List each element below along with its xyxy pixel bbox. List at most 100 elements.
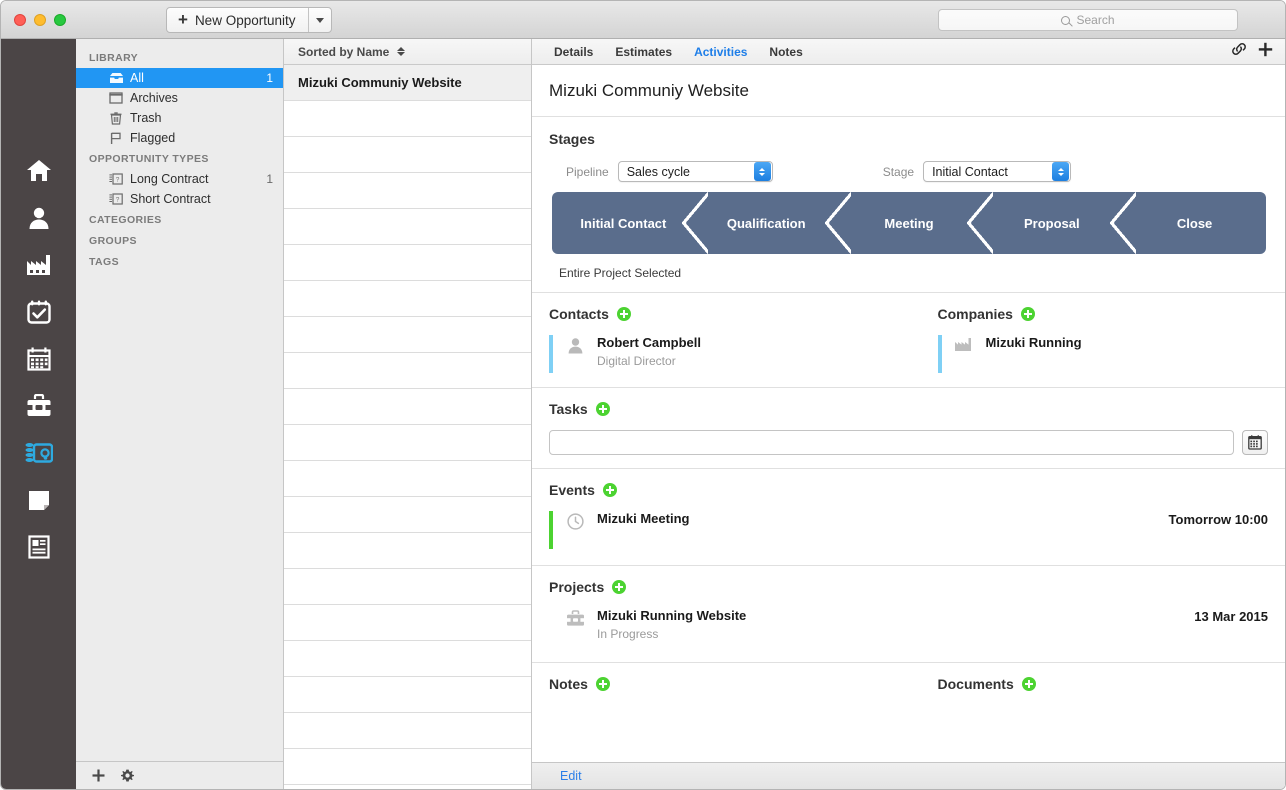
detail-content: Mizuki Communiy Website Stages Pipeline … <box>532 65 1285 762</box>
new-opportunity-label: New Opportunity <box>194 12 296 28</box>
list-item[interactable] <box>284 281 531 317</box>
add-note-button[interactable] <box>595 677 610 691</box>
detail-pane: Details Estimates Activities Notes Mizuk… <box>532 39 1285 789</box>
plus-icon <box>92 769 105 782</box>
companies-heading: Companies <box>938 306 1269 322</box>
zoom-button[interactable] <box>54 13 66 26</box>
project-item[interactable]: Mizuki Running Website In Progress 13 Ma… <box>549 608 1268 646</box>
add-button[interactable] <box>1258 42 1273 62</box>
add-company-button[interactable] <box>1020 307 1035 321</box>
list-item[interactable] <box>284 713 531 749</box>
add-project-button[interactable] <box>612 580 627 594</box>
flag-icon <box>108 132 124 145</box>
list-item[interactable] <box>284 101 531 137</box>
person-icon <box>29 207 48 229</box>
search-input[interactable]: Search <box>938 9 1238 31</box>
list-item[interactable] <box>284 245 531 281</box>
pipeline-select[interactable]: Sales cycle <box>617 161 773 182</box>
list-item[interactable] <box>284 389 531 425</box>
sidebar-settings-button[interactable] <box>121 769 134 782</box>
contact-item[interactable]: Robert Campbell Digital Director <box>549 335 880 373</box>
sidebar-group-header-library: LIBRARY <box>89 52 139 64</box>
list-item[interactable] <box>284 317 531 353</box>
stage-step-close[interactable]: Close <box>1110 192 1266 254</box>
close-button[interactable] <box>14 13 26 26</box>
list-item[interactable] <box>284 677 531 713</box>
sidebar-item-long-contract[interactable]: ? Long Contract 1 <box>76 169 283 189</box>
add-document-button[interactable] <box>1021 677 1036 691</box>
list-item[interactable] <box>284 137 531 173</box>
companies-column: Companies Mizuki Running <box>880 306 1269 373</box>
sidebar-item-archives[interactable]: Archives <box>76 88 283 108</box>
tab-estimates[interactable]: Estimates <box>615 45 672 59</box>
company-body: Mizuki Running <box>986 335 1269 350</box>
list-item[interactable] <box>284 605 531 641</box>
stage-step-proposal[interactable]: Proposal <box>967 192 1123 254</box>
svg-text:?: ? <box>116 176 120 183</box>
list-item[interactable] <box>284 569 531 605</box>
stage-select[interactable]: Initial Contact <box>923 161 1072 182</box>
contacts-heading-label: Contacts <box>549 306 609 322</box>
rail-item-contacts[interactable] <box>16 194 62 241</box>
tasks-heading: Tasks <box>549 401 1268 417</box>
list-item[interactable] <box>284 209 531 245</box>
tab-notes[interactable]: Notes <box>769 45 802 59</box>
stage-step-qualification[interactable]: Qualification <box>681 192 838 254</box>
tab-details[interactable]: Details <box>554 45 593 59</box>
link-button[interactable] <box>1231 42 1247 61</box>
new-opportunity-dropdown[interactable] <box>309 8 331 32</box>
calendar-icon <box>26 347 51 371</box>
rail-item-notes[interactable] <box>16 476 62 523</box>
list-item[interactable] <box>284 353 531 389</box>
gear-icon <box>121 769 134 782</box>
sidebar-item-label: Archives <box>130 91 178 105</box>
chevron-down-icon <box>316 17 325 23</box>
sidebar-item-short-contract[interactable]: ? Short Contract <box>76 189 283 209</box>
minimize-button[interactable] <box>34 13 46 26</box>
stages-footnote: Entire Project Selected <box>559 266 682 280</box>
sidebar-item-trash[interactable]: Trash <box>76 108 283 128</box>
rail-item-projects[interactable] <box>16 382 62 429</box>
task-input[interactable] <box>549 430 1234 455</box>
list-item[interactable] <box>284 497 531 533</box>
contacts-heading: Contacts <box>549 306 880 322</box>
projects-heading: Projects <box>549 579 1268 595</box>
companies-heading-label: Companies <box>937 306 1013 322</box>
rail-item-home[interactable] <box>16 147 62 194</box>
list-item[interactable] <box>284 641 531 677</box>
list-item[interactable] <box>284 173 531 209</box>
rail-item-calendar[interactable] <box>16 335 62 382</box>
edit-button[interactable]: Edit <box>560 769 582 783</box>
notes-heading-label: Notes <box>549 676 588 692</box>
rail-item-companies[interactable] <box>16 241 62 288</box>
add-task-button[interactable] <box>595 402 610 416</box>
sidebar-item-all[interactable]: All 1 <box>76 68 283 88</box>
sidebar-item-label: All <box>130 71 144 85</box>
event-body: Mizuki Meeting <box>597 511 1158 526</box>
list-item[interactable] <box>284 461 531 497</box>
new-opportunity-button[interactable]: + New Opportunity <box>167 8 310 32</box>
list-sort-header[interactable]: Sorted by Name <box>284 39 531 65</box>
list-item[interactable]: Mizuki Communiy Website <box>284 65 531 101</box>
stage-step-label: Meeting <box>884 215 934 231</box>
company-item[interactable]: Mizuki Running <box>937 335 1269 373</box>
list-item[interactable] <box>284 533 531 569</box>
list-item[interactable] <box>284 749 531 785</box>
stage-step-initial-contact[interactable]: Initial Contact <box>552 192 695 254</box>
stage-step-meeting[interactable]: Meeting <box>824 192 981 254</box>
event-item[interactable]: Mizuki Meeting Tomorrow 10:00 <box>549 511 1268 549</box>
sidebar-item-flagged[interactable]: Flagged <box>76 128 283 148</box>
rail-item-opportunities[interactable] <box>16 429 62 476</box>
add-event-button[interactable] <box>602 483 617 497</box>
rail-item-tasks[interactable] <box>16 288 62 335</box>
list-item[interactable] <box>284 425 531 461</box>
inbox-icon <box>108 72 124 84</box>
sidebar-add-button[interactable] <box>92 769 105 782</box>
factory-icon <box>953 335 975 352</box>
task-calendar-button[interactable] <box>1242 430 1268 455</box>
stage-track: Initial Contact Qualification Meeting Pr… <box>552 192 1266 254</box>
archive-icon <box>108 92 124 104</box>
tab-activities[interactable]: Activities <box>694 45 747 59</box>
rail-item-documents[interactable] <box>16 523 62 570</box>
add-contact-button[interactable] <box>616 307 631 321</box>
